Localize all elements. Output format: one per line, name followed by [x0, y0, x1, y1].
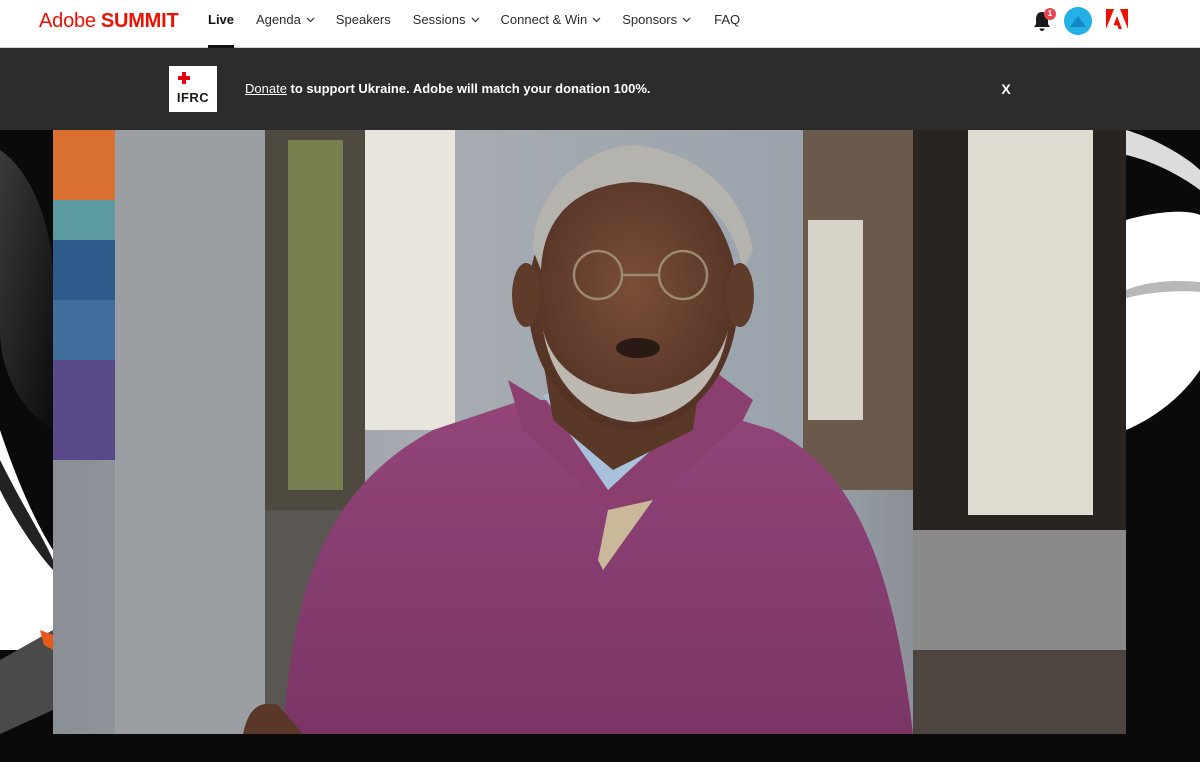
banner-message: Donate to support Ukraine. Adobe will ma…	[245, 81, 650, 96]
nav-item-label: FAQ	[714, 12, 741, 27]
chevron-down-icon	[681, 0, 692, 40]
ifrc-logo-text: IFRC	[176, 90, 210, 105]
nav-item-connect-and-win[interactable]: Connect & Win	[501, 0, 603, 48]
nav-item-label: Sponsors	[622, 12, 678, 27]
video-frame-speaker	[53, 130, 1126, 734]
nav-item-label: Connect & Win	[500, 12, 588, 27]
profile-avatar-icon	[1064, 7, 1092, 35]
nav-item-label: Live	[208, 12, 235, 27]
donate-link[interactable]: Donate	[245, 81, 287, 96]
chevron-down-icon	[305, 0, 316, 40]
main-nav: Live Agenda Speakers Sessions Connect & …	[208, 0, 740, 48]
red-cross-crescent-icon	[178, 71, 203, 85]
chevron-down-icon	[470, 0, 481, 40]
brand-name-bold: SUMMIT	[100, 10, 179, 32]
nav-item-label: Agenda	[256, 12, 301, 27]
video-player[interactable]	[53, 130, 1126, 734]
nav-item-live[interactable]: Live	[208, 0, 235, 48]
nav-item-agenda[interactable]: Agenda	[256, 0, 316, 48]
donation-banner: IFRC Donate to support Ukraine. Adobe wi…	[0, 48, 1200, 130]
adobe-summit-logo[interactable]: Adobe SUMMIT	[39, 9, 179, 33]
adobe-logo-icon[interactable]	[1106, 9, 1128, 29]
nav-item-speakers[interactable]: Speakers	[336, 0, 391, 48]
close-banner-button[interactable]: X	[998, 79, 1014, 99]
chevron-down-icon	[591, 0, 602, 40]
notification-count-badge: 1	[1044, 8, 1056, 20]
avatar[interactable]	[1064, 7, 1092, 35]
banner-message-text: to support Ukraine. Adobe will match you…	[286, 81, 651, 96]
nav-item-faq[interactable]: FAQ	[714, 0, 740, 48]
brand-name-regular: Adobe	[39, 10, 96, 32]
top-navigation-bar: Adobe SUMMIT Live Agenda Speakers Session…	[0, 0, 1200, 48]
nav-item-sessions[interactable]: Sessions	[413, 0, 481, 48]
nav-item-label: Sessions	[412, 12, 466, 27]
nav-item-label: Speakers	[335, 12, 391, 27]
ifrc-logo[interactable]: IFRC	[169, 66, 217, 112]
notifications-button[interactable]: 1	[1032, 8, 1056, 32]
nav-item-sponsors[interactable]: Sponsors	[622, 0, 692, 48]
